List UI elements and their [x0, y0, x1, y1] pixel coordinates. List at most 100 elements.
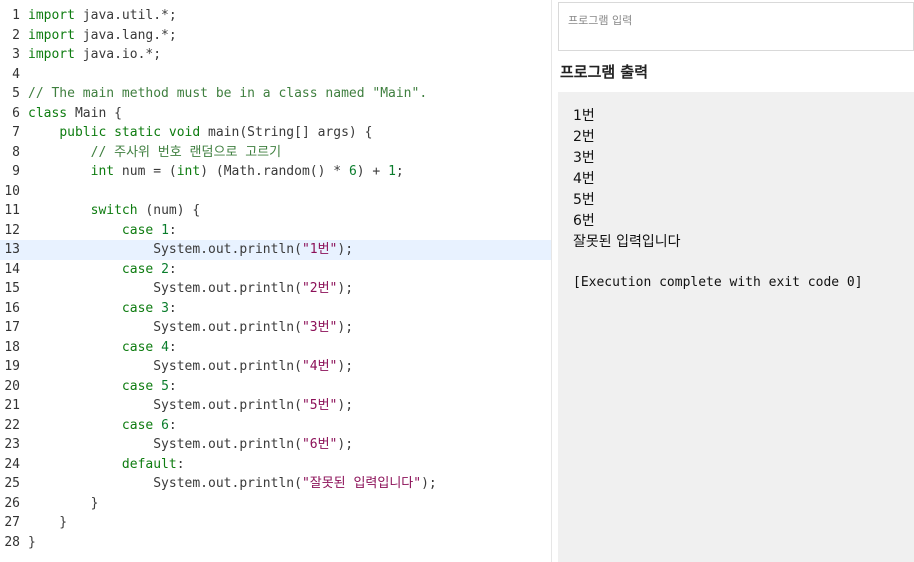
- code-token: java.lang.*;: [74, 27, 177, 43]
- code-token: :: [168, 222, 177, 238]
- code-token: java.io.*;: [74, 47, 162, 62]
- code-token: case: [121, 417, 154, 433]
- line-number: 13: [4, 242, 20, 257]
- code-line[interactable]: 18 case 4:: [0, 338, 551, 358]
- code-line[interactable]: 4: [0, 65, 551, 85]
- code-text: // The main method must be in a class na…: [28, 84, 427, 104]
- online-compiler-window: 1 import java.util.*; 2 import java.lang.*;…: [0, 0, 914, 562]
- output-line: 5번: [573, 192, 595, 208]
- code-line[interactable]: 8 // 주사위 번호 랜덤으로 고르기: [0, 143, 551, 163]
- line-number: 28: [4, 534, 20, 550]
- code-text: int num = (int) (Math.random() * 6) + 1;: [28, 162, 404, 182]
- code-token: );: [337, 398, 354, 413]
- code-line[interactable]: 17 System.out.println("3번");: [0, 318, 551, 338]
- line-number: 7: [12, 125, 20, 140]
- code-line[interactable]: 13 System.out.println("1번");: [0, 240, 551, 260]
- code-line[interactable]: 1 import java.util.*;: [0, 6, 551, 26]
- output-line: 3번: [573, 150, 595, 166]
- line-number: 10: [4, 183, 20, 199]
- code-line[interactable]: 11 switch (num) {: [0, 201, 551, 221]
- code-line[interactable]: 2 import java.lang.*;: [0, 26, 551, 46]
- code-token: "5번": [301, 398, 338, 413]
- code-token: );: [337, 359, 354, 374]
- code-line[interactable]: 3 import java.io.*;: [0, 45, 551, 65]
- code-line[interactable]: 21 System.out.println("5번");: [0, 396, 551, 416]
- code-token: :: [168, 300, 177, 316]
- output-line: 6번: [573, 213, 595, 229]
- code-token: int: [90, 164, 115, 179]
- code-editor[interactable]: 1 import java.util.*; 2 import java.lang.*;…: [0, 0, 552, 562]
- line-number: 11: [4, 203, 20, 218]
- code-token: java.util.*;: [74, 8, 177, 23]
- line-number: 4: [12, 66, 20, 82]
- code-text: System.out.println("1번");: [28, 240, 353, 260]
- code-line[interactable]: 5 // The main method must be in a class n…: [0, 84, 551, 104]
- code-text: public static void main(String[] args) {: [28, 123, 372, 143]
- code-text: class Main {: [28, 104, 122, 124]
- code-token: "3번": [301, 320, 338, 335]
- output-title: 프로그램 출력: [560, 63, 649, 81]
- code-line[interactable]: 22 case 6:: [0, 416, 551, 436]
- code-line[interactable]: 24 default:: [0, 455, 551, 475]
- code-line[interactable]: 7 public static void main(String[] args)…: [0, 123, 551, 143]
- code-line[interactable]: 20 case 5:: [0, 377, 551, 397]
- code-line[interactable]: 19 System.out.println("4번");: [0, 357, 551, 377]
- line-number: 23: [4, 437, 20, 452]
- code-token: 1: [388, 164, 396, 179]
- code-token: import: [28, 27, 75, 43]
- code-token: import: [28, 47, 75, 62]
- code-token: 3: [161, 300, 169, 316]
- line-number: 17: [4, 320, 20, 335]
- code-token: :: [168, 339, 177, 355]
- code-token: 6: [161, 417, 169, 433]
- code-text: System.out.println("4번");: [28, 357, 353, 377]
- code-line[interactable]: 25 System.out.println("잘못된 입력입니다");: [0, 474, 551, 494]
- code-token: int: [176, 164, 201, 179]
- code-token: ;: [395, 164, 404, 179]
- code-token: );: [337, 242, 354, 257]
- code-line[interactable]: 12 case 1:: [0, 221, 551, 241]
- code-token: System.out.println(: [28, 320, 302, 335]
- line-number: 16: [4, 300, 20, 316]
- line-number: 5: [12, 86, 20, 101]
- code-token: default: [121, 456, 177, 472]
- code-line[interactable]: 15 System.out.println("2번");: [0, 279, 551, 299]
- code-token: 1: [161, 222, 169, 238]
- code-line[interactable]: 16 case 3:: [0, 299, 551, 319]
- line-number: 15: [4, 281, 20, 296]
- code-line[interactable]: 28}: [0, 533, 551, 553]
- code-text: }: [28, 494, 99, 514]
- code-text: System.out.println("2번");: [28, 279, 353, 299]
- code-token: public static void: [59, 125, 201, 140]
- code-token: );: [337, 281, 354, 296]
- code-line[interactable]: 6 class Main {: [0, 104, 551, 124]
- code-line[interactable]: 26 }: [0, 494, 551, 514]
- code-text: case 1:: [28, 221, 177, 241]
- output-line: 4번: [573, 171, 595, 187]
- line-number: 24: [4, 456, 20, 472]
- code-line[interactable]: 10: [0, 182, 551, 202]
- code-token: (num) {: [137, 203, 201, 218]
- code-line[interactable]: 27 }: [0, 513, 551, 533]
- code-text: import java.util.*;: [28, 6, 177, 26]
- code-text: }: [28, 513, 67, 533]
- code-line[interactable]: 9 int num = (int) (Math.random() * 6) + …: [0, 162, 551, 182]
- program-input-field[interactable]: 프로그램 입력: [558, 2, 914, 51]
- code-line[interactable]: 14 case 2:: [0, 260, 551, 280]
- code-token: System.out.println(: [28, 398, 302, 413]
- code-text: // 주사위 번호 랜덤으로 고르기: [28, 143, 281, 163]
- code-token: :: [168, 417, 177, 433]
- output-line: 2번: [573, 129, 595, 145]
- code-line[interactable]: 23 System.out.println("6번");: [0, 435, 551, 455]
- code-token: "4번": [301, 359, 338, 374]
- code-text: case 5:: [28, 377, 177, 397]
- code-token: System.out.println(: [28, 242, 302, 257]
- code-token: num = (: [114, 164, 177, 179]
